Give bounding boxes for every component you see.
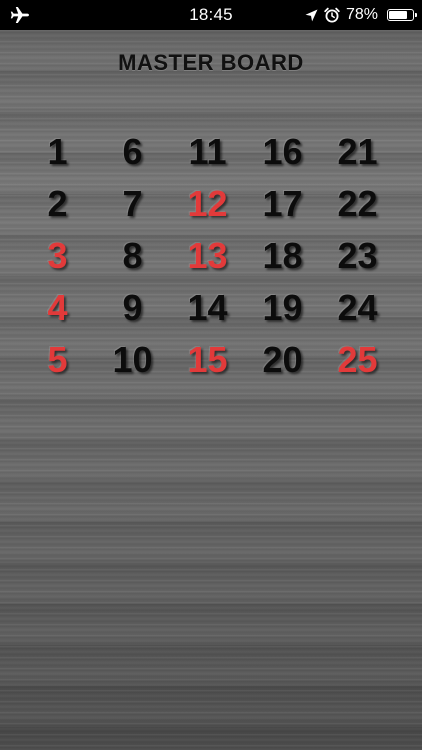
number-cell-22: 22	[337, 183, 378, 224]
number-cell-23: 23	[337, 235, 378, 276]
master-board: MASTER BOARD 1 2 3 4 5 6 7 8 9 10 11 12 13 14 15 16 17 18…	[0, 30, 422, 750]
status-time: 18:45	[189, 5, 233, 24]
number-cell-2: 2	[47, 183, 68, 224]
number-cell-3: 3	[47, 235, 68, 276]
number-cell-19: 19	[262, 287, 303, 328]
number-cell-20: 20	[262, 339, 303, 380]
number-cell-8: 8	[122, 235, 143, 276]
number-grid: 1 2 3 4 5 6 7 8 9 10 11 12 13 14 15 16 17 18 19 20 21 22 23 24 2…	[20, 126, 400, 386]
number-cell-6: 6	[122, 131, 143, 172]
number-cell-9: 9	[122, 287, 143, 328]
page-title: MASTER BOARD	[118, 50, 304, 75]
number-cell-10: 10	[112, 339, 153, 380]
number-cell-17: 17	[262, 183, 303, 224]
number-cell-21: 21	[337, 131, 378, 172]
number-cell-15: 15	[187, 339, 228, 380]
battery-icon	[387, 9, 417, 21]
status-bar: 18:45 78%	[0, 0, 422, 30]
number-cell-16: 16	[262, 131, 303, 172]
number-cell-5: 5	[47, 339, 68, 380]
number-cell-1: 1	[47, 131, 68, 172]
number-cell-12: 12	[187, 183, 228, 224]
number-cell-18: 18	[262, 235, 303, 276]
number-cell-11: 11	[188, 131, 227, 172]
number-cell-7: 7	[122, 183, 143, 224]
battery-fill	[389, 11, 407, 19]
number-cell-4: 4	[47, 287, 68, 328]
number-cell-13: 13	[187, 235, 228, 276]
number-cell-25: 25	[337, 339, 378, 380]
number-cell-24: 24	[337, 287, 378, 328]
number-cell-14: 14	[187, 287, 228, 328]
